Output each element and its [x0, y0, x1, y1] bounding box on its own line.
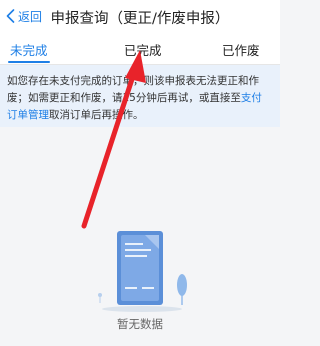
document-line [125, 243, 143, 245]
tree-trunk [181, 291, 183, 305]
empty-illustration-shadow [102, 306, 182, 312]
document-line [142, 287, 154, 289]
notice-banner: 如您存在未支付完成的订单，则该申报表无法更正和作废；如需更正和作废，请15分钟后… [0, 65, 280, 127]
notice-text-part2: 取消订单后再操作。 [49, 109, 144, 121]
notice-text-part1: 如您存在未支付完成的订单，则该申报表无法更正和作废；如需更正和作废，请15分钟后… [7, 75, 259, 104]
top-nav-bar: 返回 申报查询（更正/作废申报） [0, 0, 280, 34]
small-plant-stem [99, 295, 101, 303]
empty-state-text: 暂无数据 [117, 317, 163, 331]
document-line [125, 249, 151, 251]
tab-bar: 未完成 已完成 已作废 [0, 34, 280, 65]
tab-completed[interactable]: 已完成 [124, 40, 162, 59]
empty-document-illustration [98, 231, 187, 312]
document-line [125, 255, 147, 257]
tab-incomplete[interactable]: 未完成 [10, 40, 48, 59]
document-line [125, 287, 137, 289]
tab-voided[interactable]: 已作废 [222, 40, 260, 59]
active-tab-indicator [8, 61, 50, 63]
page-title: 申报查询（更正/作废申报） [50, 11, 230, 27]
notice-text: 如您存在未支付完成的订单，则该申报表无法更正和作废；如需更正和作废，请15分钟后… [7, 73, 272, 124]
